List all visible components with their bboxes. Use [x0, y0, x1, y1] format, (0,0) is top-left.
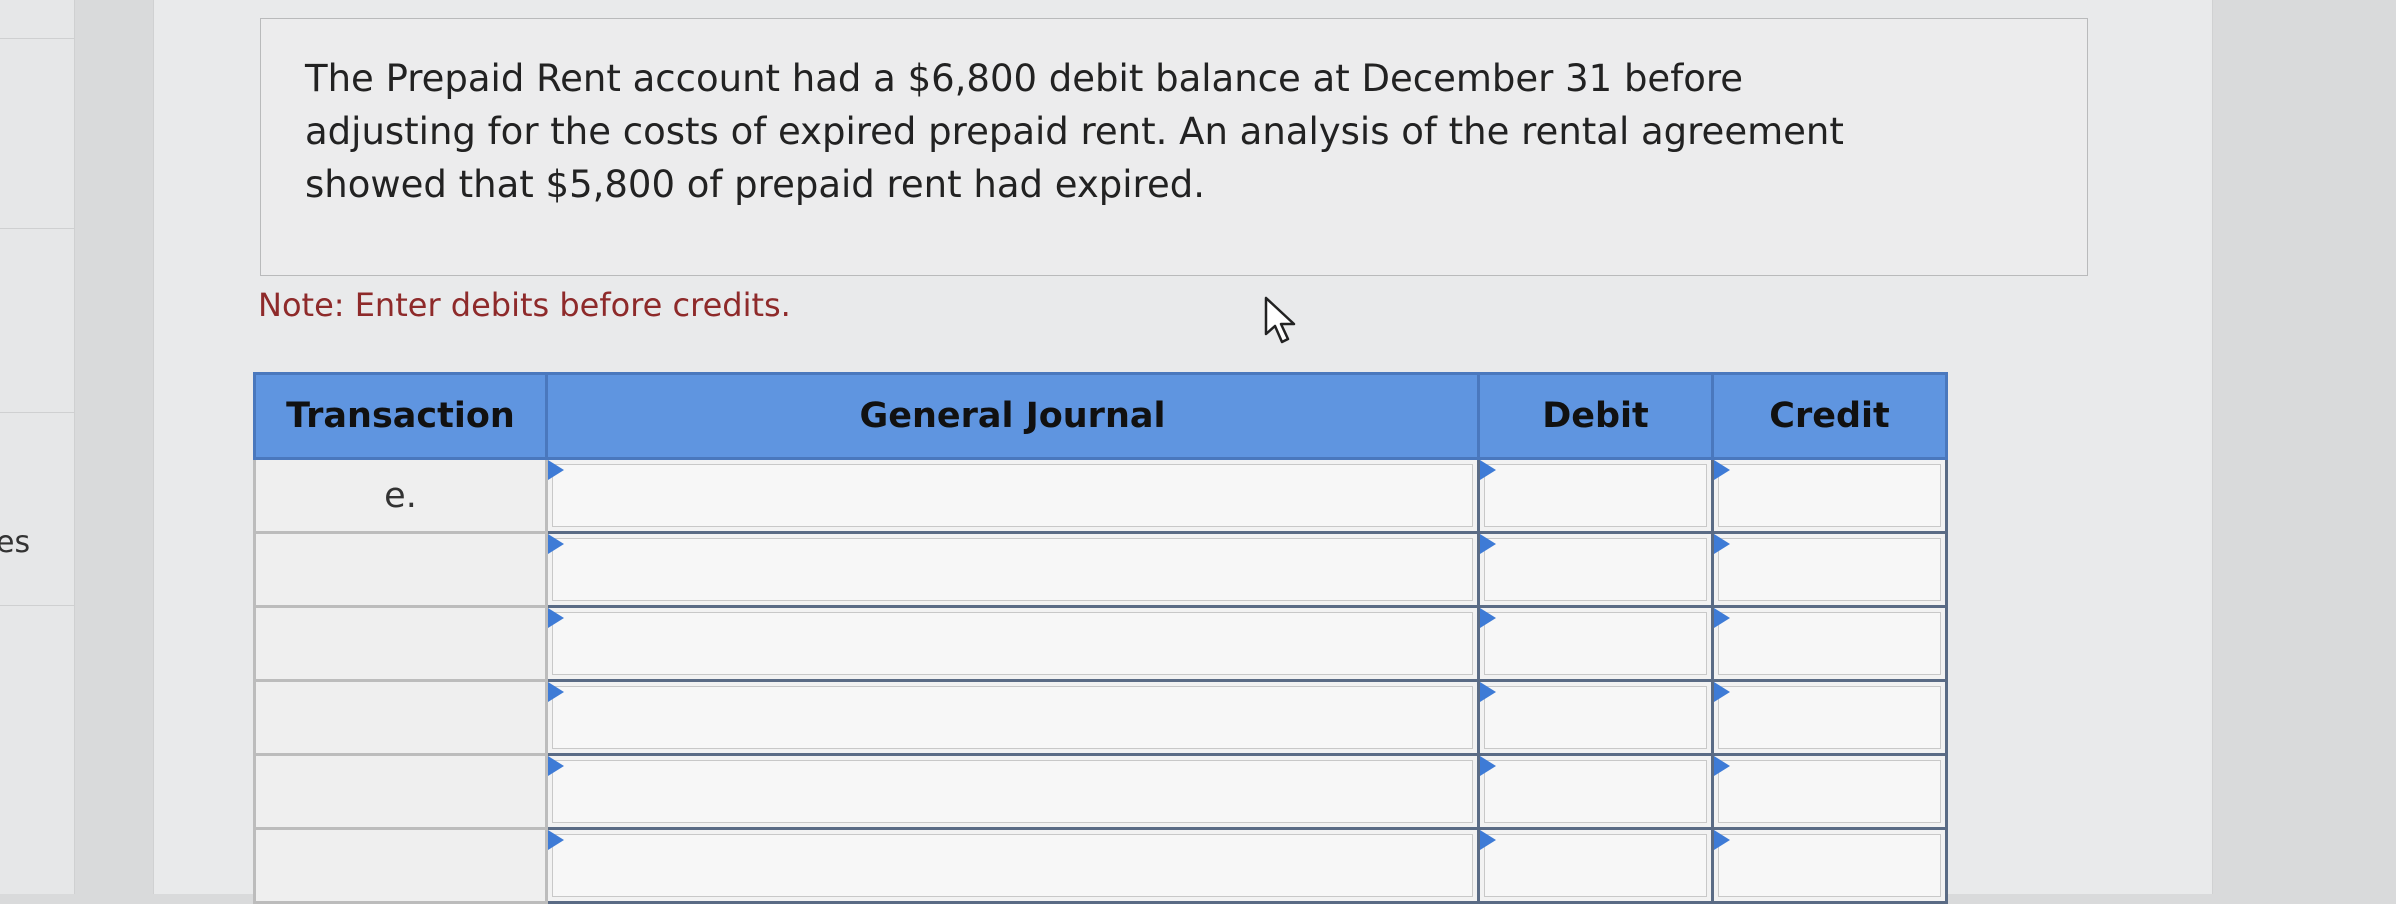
triangle-dropdown-icon[interactable]	[1714, 756, 1730, 776]
triangle-dropdown-icon[interactable]	[548, 534, 564, 554]
triangle-dropdown-icon[interactable]	[1714, 608, 1730, 628]
table-row	[253, 679, 1948, 756]
debit-cell[interactable]	[1477, 753, 1714, 830]
debit-input[interactable]	[1484, 834, 1707, 897]
debit-cell[interactable]	[1477, 457, 1714, 534]
transaction-cell	[253, 679, 548, 756]
general-journal-cell[interactable]	[545, 679, 1480, 756]
triangle-dropdown-icon[interactable]	[1480, 682, 1496, 702]
left-sidebar: es	[0, 0, 75, 894]
debit-input[interactable]	[1484, 538, 1707, 601]
credit-cell[interactable]	[1711, 753, 1948, 830]
credit-input[interactable]	[1718, 686, 1941, 749]
credit-input[interactable]	[1718, 834, 1941, 897]
general-journal-table: Transaction General Journal Debit Credit…	[253, 372, 1948, 904]
table-row	[253, 753, 1948, 830]
triangle-dropdown-icon[interactable]	[1480, 534, 1496, 554]
transaction-cell	[253, 531, 548, 608]
general-journal-input[interactable]	[552, 686, 1473, 749]
triangle-dropdown-icon[interactable]	[1480, 756, 1496, 776]
debit-cell[interactable]	[1477, 679, 1714, 756]
triangle-dropdown-icon[interactable]	[1480, 830, 1496, 850]
debit-input[interactable]	[1484, 760, 1707, 823]
debit-input[interactable]	[1484, 612, 1707, 675]
general-journal-input[interactable]	[552, 538, 1473, 601]
credit-cell[interactable]	[1711, 679, 1948, 756]
triangle-dropdown-icon[interactable]	[548, 682, 564, 702]
debit-cell[interactable]	[1477, 531, 1714, 608]
triangle-dropdown-icon[interactable]	[1480, 608, 1496, 628]
instruction-note: Note: Enter debits before credits.	[258, 286, 791, 324]
general-journal-cell[interactable]	[545, 531, 1480, 608]
credit-input[interactable]	[1718, 464, 1941, 527]
debit-input[interactable]	[1484, 686, 1707, 749]
column-header-general-journal: General Journal	[545, 372, 1480, 460]
column-header-debit: Debit	[1477, 372, 1714, 460]
triangle-dropdown-icon[interactable]	[548, 830, 564, 850]
table-row	[253, 827, 1948, 904]
general-journal-cell[interactable]	[545, 457, 1480, 534]
credit-input[interactable]	[1718, 760, 1941, 823]
general-journal-input[interactable]	[552, 464, 1473, 527]
mouse-pointer-icon	[1264, 296, 1296, 344]
general-journal-input[interactable]	[552, 612, 1473, 675]
transaction-cell	[253, 753, 548, 830]
triangle-dropdown-icon[interactable]	[548, 460, 564, 480]
triangle-dropdown-icon[interactable]	[548, 608, 564, 628]
column-header-transaction: Transaction	[253, 372, 548, 460]
triangle-dropdown-icon[interactable]	[1714, 830, 1730, 850]
credit-cell[interactable]	[1711, 457, 1948, 534]
debit-cell[interactable]	[1477, 605, 1714, 682]
credit-input[interactable]	[1718, 612, 1941, 675]
table-row	[253, 605, 1948, 682]
credit-cell[interactable]	[1711, 827, 1948, 904]
credit-cell[interactable]	[1711, 531, 1948, 608]
debit-input[interactable]	[1484, 464, 1707, 527]
general-journal-cell[interactable]	[545, 827, 1480, 904]
debit-cell[interactable]	[1477, 827, 1714, 904]
table-header-row: Transaction General Journal Debit Credit	[253, 372, 1948, 460]
transaction-cell	[253, 605, 548, 682]
general-journal-cell[interactable]	[545, 605, 1480, 682]
triangle-dropdown-icon[interactable]	[548, 756, 564, 776]
column-header-credit: Credit	[1711, 372, 1948, 460]
sidebar-divider	[0, 412, 74, 413]
table-row: e.	[253, 457, 1948, 534]
triangle-dropdown-icon[interactable]	[1714, 534, 1730, 554]
triangle-dropdown-icon[interactable]	[1714, 682, 1730, 702]
sidebar-divider	[0, 228, 74, 229]
credit-cell[interactable]	[1711, 605, 1948, 682]
transaction-cell: e.	[253, 457, 548, 534]
general-journal-input[interactable]	[552, 760, 1473, 823]
sidebar-divider	[0, 605, 74, 606]
triangle-dropdown-icon[interactable]	[1714, 460, 1730, 480]
sidebar-divider	[0, 38, 74, 39]
transaction-cell	[253, 827, 548, 904]
credit-input[interactable]	[1718, 538, 1941, 601]
sidebar-partial-label[interactable]: es	[0, 525, 30, 560]
general-journal-input[interactable]	[552, 834, 1473, 897]
question-text: The Prepaid Rent account had a $6,800 de…	[305, 57, 1844, 206]
triangle-dropdown-icon[interactable]	[1480, 460, 1496, 480]
general-journal-cell[interactable]	[545, 753, 1480, 830]
table-row	[253, 531, 1948, 608]
